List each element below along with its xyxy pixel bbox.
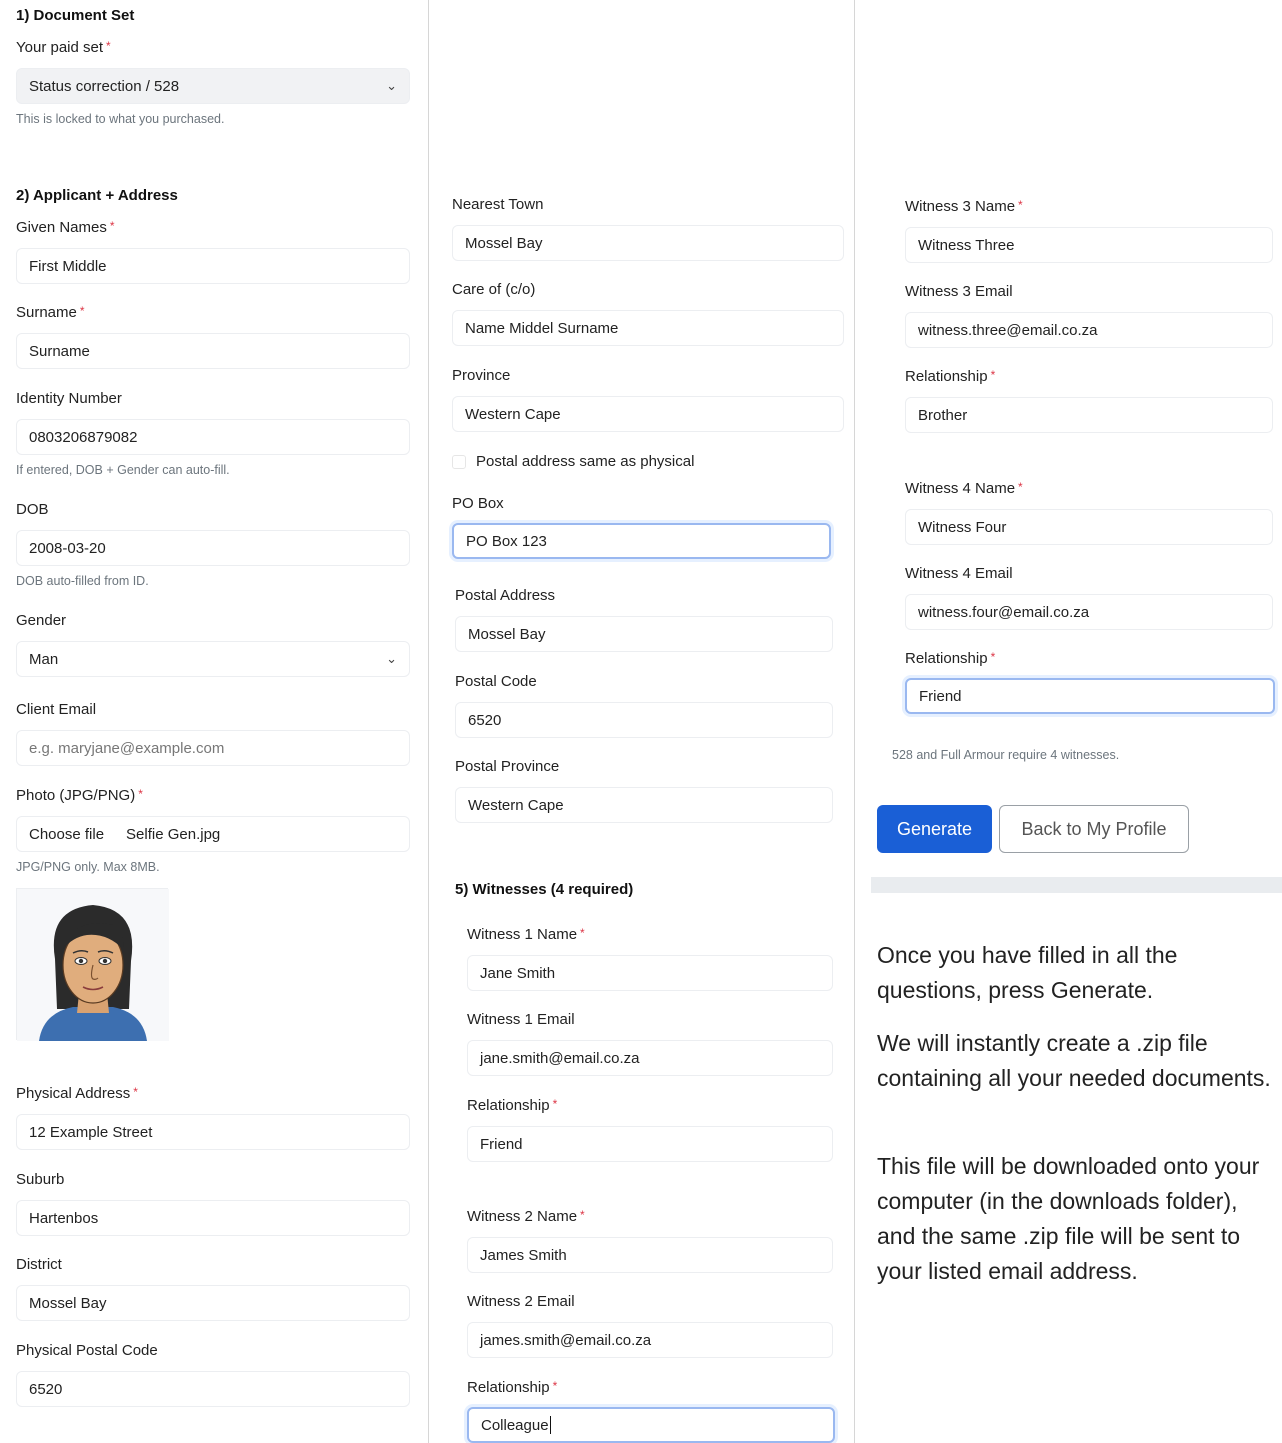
client-email-input[interactable]: e.g. maryjane@example.com bbox=[16, 730, 410, 766]
postal-code-input[interactable]: 6520 bbox=[455, 702, 833, 738]
po-box-label: PO Box bbox=[452, 495, 504, 512]
same-as-physical-checkbox[interactable] bbox=[452, 455, 466, 469]
witness-2-name-label: Witness 2 Name * bbox=[467, 1208, 585, 1225]
photo-help: JPG/PNG only. Max 8MB. bbox=[16, 860, 160, 874]
witness-requirement-note: 528 and Full Armour require 4 witnesses. bbox=[892, 748, 1120, 762]
suburb-input[interactable]: Hartenbos bbox=[16, 1200, 410, 1236]
photo-file-input[interactable]: Choose file Selfie Gen.jpg bbox=[16, 816, 410, 852]
witness-3-name-label: Witness 3 Name * bbox=[905, 198, 1023, 215]
info-paragraph-3: This file will be downloaded onto your c… bbox=[877, 1153, 1260, 1284]
identity-number-label: Identity Number bbox=[16, 390, 122, 407]
po-box-input[interactable]: PO Box 123 bbox=[452, 523, 831, 559]
witness-2-relationship-input[interactable]: Colleague bbox=[467, 1407, 835, 1443]
care-of-input[interactable]: Name Middel Surname bbox=[452, 310, 844, 346]
witness-4-relationship-input[interactable]: Friend bbox=[905, 678, 1275, 714]
witness-4-name-input[interactable]: Witness Four bbox=[905, 509, 1273, 545]
province-input[interactable]: Western Cape bbox=[452, 396, 844, 432]
witness-3-email-label: Witness 3 Email bbox=[905, 283, 1013, 300]
generate-button[interactable]: Generate bbox=[877, 805, 992, 853]
witness-2-name-input[interactable]: James Smith bbox=[467, 1237, 833, 1273]
identity-number-help: If entered, DOB + Gender can auto-fill. bbox=[16, 463, 230, 477]
postal-address-input[interactable]: Mossel Bay bbox=[455, 616, 833, 652]
text-cursor bbox=[549, 1416, 551, 1434]
witness-2-email-input[interactable]: james.smith@email.co.za bbox=[467, 1322, 833, 1358]
dob-label: DOB bbox=[16, 501, 49, 518]
paid-set-select[interactable]: Status correction / 528 ⌄ bbox=[16, 68, 410, 104]
back-to-profile-button[interactable]: Back to My Profile bbox=[999, 805, 1189, 853]
choose-file-button[interactable]: Choose file bbox=[29, 826, 104, 843]
witness-4-name-label: Witness 4 Name * bbox=[905, 480, 1023, 497]
gender-value: Man bbox=[29, 650, 59, 668]
witness-1-name-label: Witness 1 Name * bbox=[467, 926, 585, 943]
witness-1-name-input[interactable]: Jane Smith bbox=[467, 955, 833, 991]
witness-3-email-input[interactable]: witness.three@email.co.za bbox=[905, 312, 1273, 348]
witness-1-relationship-label: Relationship * bbox=[467, 1097, 558, 1114]
witness-4-email-label: Witness 4 Email bbox=[905, 565, 1013, 582]
info-paragraph-2: We will instantly create a .zip file con… bbox=[877, 1030, 1271, 1091]
postal-address-label: Postal Address bbox=[455, 587, 556, 604]
chevron-down-icon: ⌄ bbox=[386, 651, 397, 666]
paid-set-value: Status correction / 528 bbox=[29, 77, 180, 95]
nearest-town-label: Nearest Town bbox=[452, 196, 544, 213]
photo-filename: Selfie Gen.jpg bbox=[126, 825, 221, 843]
client-email-label: Client Email bbox=[16, 701, 97, 718]
address-witness-column: Nearest Town Mossel Bay Care of (c/o) Na… bbox=[428, 0, 853, 1443]
dob-help: DOB auto-filled from ID. bbox=[16, 574, 149, 588]
suburb-label: Suburb bbox=[16, 1171, 65, 1188]
section-applicant-title: 2) Applicant + Address bbox=[16, 187, 178, 204]
dob-input[interactable]: 2008-03-20 bbox=[16, 530, 410, 566]
witness-2-relationship-value: Colleague bbox=[481, 1416, 549, 1434]
witness-2-email-label: Witness 2 Email bbox=[467, 1293, 575, 1310]
postal-province-label: Postal Province bbox=[455, 758, 560, 775]
info-paragraph-1: Once you have filled in all the question… bbox=[877, 942, 1178, 1003]
gender-label: Gender bbox=[16, 612, 67, 629]
witness-3-name-input[interactable]: Witness Three bbox=[905, 227, 1273, 263]
witness-3-relationship-input[interactable]: Brother bbox=[905, 397, 1273, 433]
physical-address-input[interactable]: 12 Example Street bbox=[16, 1114, 410, 1150]
gender-select[interactable]: Man ⌄ bbox=[16, 641, 410, 677]
province-label: Province bbox=[452, 367, 511, 384]
photo-label: Photo (JPG/PNG) * bbox=[16, 787, 143, 804]
section-witnesses-title: 5) Witnesses (4 required) bbox=[455, 881, 634, 898]
physical-address-label: Physical Address * bbox=[16, 1085, 138, 1102]
chevron-down-icon: ⌄ bbox=[386, 78, 397, 93]
district-input[interactable]: Mossel Bay bbox=[16, 1285, 410, 1321]
section-divider bbox=[871, 877, 1282, 893]
physical-postal-code-input[interactable]: 6520 bbox=[16, 1371, 410, 1407]
physical-postal-code-label: Physical Postal Code bbox=[16, 1342, 158, 1359]
witness-4-relationship-label: Relationship * bbox=[905, 650, 996, 667]
witness-1-email-label: Witness 1 Email bbox=[467, 1011, 575, 1028]
paid-set-label: Your paid set * bbox=[16, 39, 111, 56]
section-document-set-title: 1) Document Set bbox=[16, 7, 135, 24]
witness-1-email-input[interactable]: jane.smith@email.co.za bbox=[467, 1040, 833, 1076]
nearest-town-input[interactable]: Mossel Bay bbox=[452, 225, 844, 261]
required-marker: * bbox=[106, 39, 111, 53]
postal-code-label: Postal Code bbox=[455, 673, 537, 690]
witness-1-relationship-input[interactable]: Friend bbox=[467, 1126, 833, 1162]
care-of-label: Care of (c/o) bbox=[452, 281, 536, 298]
same-as-physical-label: Postal address same as physical bbox=[476, 453, 695, 470]
identity-number-input[interactable]: 0803206879082 bbox=[16, 419, 410, 455]
surname-input[interactable]: Surname bbox=[16, 333, 410, 369]
witness-actions-column: Witness 3 Name * Witness Three Witness 3 … bbox=[854, 0, 1282, 1443]
postal-province-input[interactable]: Western Cape bbox=[455, 787, 833, 823]
portrait-image bbox=[17, 889, 169, 1041]
given-names-label: Given Names * bbox=[16, 219, 115, 236]
witness-3-relationship-label: Relationship * bbox=[905, 368, 996, 385]
district-label: District bbox=[16, 1256, 62, 1273]
witness-2-relationship-label: Relationship * bbox=[467, 1379, 558, 1396]
surname-label: Surname * bbox=[16, 304, 85, 321]
photo-preview bbox=[16, 888, 169, 1041]
paid-set-help: This is locked to what you purchased. bbox=[16, 112, 225, 126]
given-names-input[interactable]: First Middle bbox=[16, 248, 410, 284]
witness-4-email-input[interactable]: witness.four@email.co.za bbox=[905, 594, 1273, 630]
